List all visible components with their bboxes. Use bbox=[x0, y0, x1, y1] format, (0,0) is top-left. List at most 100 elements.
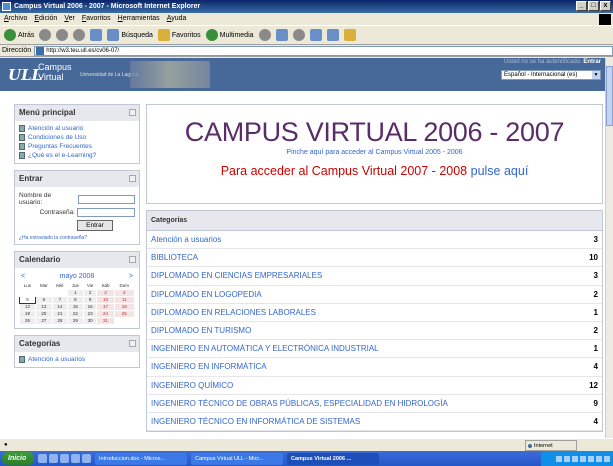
close-button[interactable]: x bbox=[600, 1, 611, 11]
calendar-day[interactable]: 7 bbox=[51, 295, 69, 304]
category-link[interactable]: DIPLOMADO EN CIENCIAS EMPRESARIALES bbox=[151, 271, 322, 280]
calendar-day[interactable]: 19 bbox=[18, 309, 37, 318]
calendar-day[interactable]: 5 bbox=[18, 295, 37, 304]
category-link[interactable]: INGENIERO EN AUTOMÁTICA Y ELECTRÓNICA IN… bbox=[151, 344, 379, 353]
calendar-day[interactable]: 30 bbox=[82, 316, 98, 325]
password-input[interactable] bbox=[77, 208, 135, 217]
menu-edicion[interactable]: Edición bbox=[34, 13, 57, 25]
calendar-day[interactable]: 20 bbox=[35, 309, 53, 318]
calendar-day[interactable]: 16 bbox=[82, 302, 98, 311]
category-link[interactable]: INGENIERO EN INFORMÁTICA bbox=[151, 362, 267, 371]
calendar-day[interactable]: 14 bbox=[51, 302, 69, 311]
calendar-day[interactable]: 8 bbox=[67, 295, 84, 304]
menu-ver[interactable]: Ver bbox=[64, 13, 75, 25]
category-link[interactable]: INGENIERO TÉCNICO EN INFORMÁTICA DE SIST… bbox=[151, 417, 360, 426]
collapse-icon[interactable] bbox=[129, 256, 136, 263]
calendar-day[interactable]: 22 bbox=[67, 309, 84, 318]
collapse-icon[interactable] bbox=[129, 175, 136, 182]
quicklaunch-icon[interactable] bbox=[49, 454, 58, 463]
discuss-button[interactable] bbox=[326, 29, 339, 41]
address-input[interactable]: http://w3.teu.ull.es/cv06-07/ bbox=[34, 45, 613, 56]
calendar-month[interactable]: mayo 2008 bbox=[60, 271, 95, 282]
menu-item-atencion[interactable]: Atención al usuario bbox=[19, 124, 135, 133]
collapse-icon[interactable] bbox=[129, 339, 136, 347]
calendar-day[interactable]: 28 bbox=[51, 316, 69, 325]
calendar-day[interactable]: 11 bbox=[113, 295, 136, 304]
category-link[interactable]: INGENIERO TÉCNICO DE OBRAS PÚBLICAS, ESP… bbox=[151, 399, 448, 408]
login-button[interactable]: Entrar bbox=[77, 220, 113, 231]
start-button[interactable]: Inicio bbox=[2, 452, 34, 465]
menu-archivo[interactable]: Archivo bbox=[4, 13, 27, 25]
minimize-button[interactable]: _ bbox=[576, 1, 587, 11]
calendar-day[interactable]: 4 bbox=[113, 288, 136, 297]
back-button[interactable]: Atrás bbox=[4, 29, 34, 41]
calendar-prev-button[interactable]: < bbox=[21, 271, 25, 282]
forward-button[interactable] bbox=[39, 29, 52, 41]
calendar-day[interactable]: 26 bbox=[18, 316, 37, 325]
old-campus-link[interactable]: Pinche aquí para acceder al Campus Virtu… bbox=[147, 149, 602, 156]
vertical-scrollbar[interactable] bbox=[605, 58, 613, 438]
refresh-button[interactable] bbox=[73, 29, 86, 41]
category-link[interactable]: DIPLOMADO EN RELACIONES LABORALES bbox=[151, 308, 316, 317]
stop-button[interactable] bbox=[56, 29, 69, 41]
calendar-day[interactable]: 3 bbox=[96, 288, 115, 297]
calendar-day[interactable]: 21 bbox=[51, 309, 69, 318]
calendar-day[interactable]: 29 bbox=[67, 316, 84, 325]
tray-icon[interactable] bbox=[572, 455, 578, 462]
category-link[interactable]: DIPLOMADO EN LOGOPEDIA bbox=[151, 290, 262, 299]
calendar-day[interactable]: 17 bbox=[96, 302, 115, 311]
calendar-day[interactable]: 25 bbox=[113, 309, 136, 318]
menu-item-preguntas[interactable]: Preguntas Frecuentes bbox=[19, 142, 135, 151]
tray-icon[interactable] bbox=[556, 455, 562, 462]
home-button[interactable] bbox=[90, 29, 103, 41]
category-link[interactable]: Atención a usuarios bbox=[151, 235, 221, 244]
tray-icon[interactable] bbox=[588, 455, 594, 462]
tray-icon[interactable] bbox=[564, 455, 570, 462]
task-button-word[interactable]: Introduccion.doc - Micros... bbox=[95, 452, 187, 465]
favorites-button[interactable]: Favoritos bbox=[157, 29, 201, 41]
calendar-day[interactable]: 31 bbox=[96, 316, 115, 325]
category-link[interactable]: INGENIERO QUÍMICO bbox=[151, 381, 233, 390]
task-button-ie2[interactable]: Campus Virtual 2006 ... bbox=[287, 452, 379, 465]
calendar-day[interactable]: 23 bbox=[82, 309, 98, 318]
maximize-button[interactable]: □ bbox=[588, 1, 599, 11]
scrollbar-thumb[interactable] bbox=[606, 66, 613, 126]
collapse-icon[interactable] bbox=[129, 109, 136, 116]
print-button[interactable] bbox=[292, 29, 305, 41]
tray-icon[interactable] bbox=[604, 455, 610, 462]
quicklaunch-icon[interactable] bbox=[71, 454, 80, 463]
menu-favoritos[interactable]: Favoritos bbox=[82, 13, 111, 25]
menu-ayuda[interactable]: Ayuda bbox=[167, 13, 187, 25]
menu-item-elearning[interactable]: ¿Qué es el e-Learning? bbox=[19, 151, 135, 160]
calendar-day[interactable]: 1 bbox=[67, 288, 84, 297]
menu-item-condiciones[interactable]: Condiciones de Uso bbox=[19, 133, 135, 142]
calendar-day[interactable]: 24 bbox=[96, 309, 115, 318]
tray-icon[interactable] bbox=[580, 455, 586, 462]
multimedia-button[interactable]: Multimedia bbox=[205, 29, 254, 41]
category-link[interactable]: DIPLOMADO EN TURISMO bbox=[151, 326, 251, 335]
forgot-password-link[interactable]: ¿Ha extraviado la contraseña? bbox=[19, 235, 87, 241]
header-login-link[interactable]: Entrar bbox=[583, 59, 601, 65]
side-category-item[interactable]: Atención a usuarios bbox=[19, 355, 135, 364]
tray-icon[interactable] bbox=[596, 455, 602, 462]
menu-herramientas[interactable]: Herramientas bbox=[118, 13, 160, 25]
quicklaunch-icon[interactable] bbox=[60, 454, 69, 463]
mail-button[interactable] bbox=[275, 29, 288, 41]
task-button-ie1[interactable]: Campus Virtual ULL - Micr... bbox=[191, 452, 283, 465]
calendar-day[interactable]: 6 bbox=[35, 295, 53, 304]
calendar-day[interactable]: 12 bbox=[18, 302, 37, 311]
category-link[interactable]: BIBLIOTECA bbox=[151, 253, 198, 262]
language-select[interactable]: Español - Internacional (es) ▼ bbox=[501, 70, 601, 80]
search-button[interactable]: Búsqueda bbox=[107, 29, 153, 41]
quicklaunch-icon[interactable] bbox=[38, 454, 47, 463]
calendar-day[interactable]: 2 bbox=[82, 288, 98, 297]
calendar-day[interactable]: 10 bbox=[96, 295, 115, 304]
calendar-next-button[interactable]: > bbox=[129, 271, 133, 282]
quicklaunch-icon[interactable] bbox=[82, 454, 91, 463]
access-link[interactable]: pulse aquí bbox=[471, 164, 529, 178]
messenger-button[interactable] bbox=[343, 29, 356, 41]
calendar-day[interactable]: 15 bbox=[67, 302, 84, 311]
calendar-day[interactable]: 18 bbox=[113, 302, 136, 311]
username-input[interactable] bbox=[77, 194, 135, 204]
calendar-day[interactable]: 13 bbox=[35, 302, 53, 311]
